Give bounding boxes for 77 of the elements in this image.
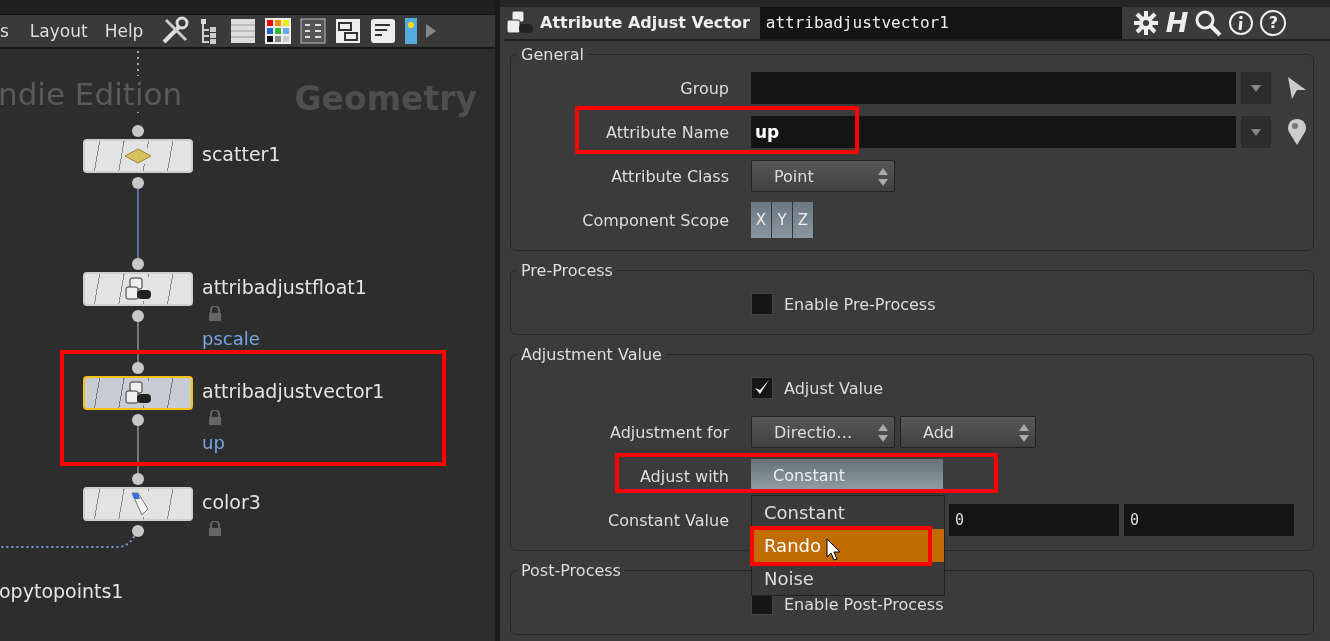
window-icon[interactable] xyxy=(335,18,362,44)
node-name: attribadjustfloat1 xyxy=(202,275,367,300)
node-tile[interactable] xyxy=(83,376,193,410)
tools-icon[interactable] xyxy=(160,16,191,46)
menu-button[interactable]: Add xyxy=(900,416,1036,448)
menu-item[interactable]: Help xyxy=(104,21,152,41)
notes-icon[interactable] xyxy=(370,18,397,44)
attribute-label: up xyxy=(202,432,225,454)
houdini-badge[interactable]: H xyxy=(1165,9,1189,37)
input-connector[interactable] xyxy=(132,362,144,374)
output-connector[interactable] xyxy=(132,414,144,426)
search-icon[interactable] xyxy=(1194,9,1223,37)
color-grid-icon[interactable] xyxy=(265,18,292,44)
pointer-icon[interactable] xyxy=(1286,76,1308,100)
node-type-label: Attribute Adjust Vector xyxy=(540,13,750,33)
section-title: General xyxy=(520,45,586,64)
lock-icon[interactable] xyxy=(208,521,222,536)
menu-item[interactable]: Layout xyxy=(29,21,96,41)
text-field[interactable] xyxy=(751,72,1236,104)
node-name: attribadjustvector1 xyxy=(202,379,385,404)
parameter-label: Adjust with xyxy=(639,466,729,486)
node-tile[interactable] xyxy=(83,139,193,173)
node-tile[interactable] xyxy=(83,487,193,521)
parameter-label: Attribute Class xyxy=(611,166,729,186)
checkbox-label: Adjust Value xyxy=(784,378,884,398)
dice-icon xyxy=(124,381,152,405)
checkbox-label: Enable Pre-Process xyxy=(784,294,936,314)
list-icon[interactable] xyxy=(230,17,257,45)
image-icon[interactable] xyxy=(405,17,418,45)
output-connector[interactable] xyxy=(132,310,144,322)
node-name-field[interactable]: attribadjustvector1 xyxy=(759,7,1122,39)
dropdown-button[interactable] xyxy=(1241,72,1271,104)
dropdown-option[interactable]: Noise xyxy=(752,562,944,595)
output-connector[interactable] xyxy=(132,177,144,189)
parameter-label: Adjustment for xyxy=(610,422,729,442)
more-arrow-icon[interactable] xyxy=(426,24,437,38)
section-title: Post-Process xyxy=(520,561,622,580)
text-field[interactable]: up xyxy=(751,116,1236,148)
section-title: Pre-Process xyxy=(520,261,614,280)
checkbox[interactable] xyxy=(751,293,773,315)
parameter-label: Attribute Name xyxy=(606,122,729,142)
node-name: opytopoints1 xyxy=(0,580,124,602)
section-title: Adjustment Value xyxy=(520,345,663,364)
checkbox[interactable] xyxy=(751,377,773,399)
dropdown-option[interactable]: Constant xyxy=(752,496,944,529)
node-name: scatter1 xyxy=(202,142,281,167)
attribute-label: pscale xyxy=(202,328,260,350)
input-connector[interactable] xyxy=(132,473,144,485)
output-connector[interactable] xyxy=(132,525,144,537)
menu-button[interactable]: Directio… xyxy=(751,416,895,448)
caret-icon xyxy=(1251,128,1261,136)
layout-icon[interactable] xyxy=(300,18,327,44)
lock-icon[interactable] xyxy=(208,410,222,425)
input-connector[interactable] xyxy=(132,258,144,270)
input-connector[interactable] xyxy=(132,125,144,137)
pin-icon[interactable] xyxy=(1286,118,1308,146)
up-down-arrows-icon xyxy=(878,168,888,186)
menu-item[interactable]: s xyxy=(0,21,21,41)
parameter-label: Group xyxy=(680,78,729,98)
up-down-arrows-icon xyxy=(878,424,888,442)
mouse-pointer-icon xyxy=(826,538,842,562)
dice-icon xyxy=(124,277,152,301)
lock-icon[interactable] xyxy=(208,306,222,321)
help-button[interactable]: ? xyxy=(1260,10,1287,36)
caret-icon xyxy=(1251,84,1261,92)
node-name: color3 xyxy=(202,490,261,515)
checkbox-label: Enable Post-Process xyxy=(784,594,944,614)
up-down-arrows-icon xyxy=(1019,424,1029,442)
node-tile[interactable] xyxy=(83,272,193,306)
number-field[interactable]: 0 xyxy=(1124,504,1294,536)
info-icon[interactable] xyxy=(1228,10,1255,36)
dropdown-button[interactable] xyxy=(1241,116,1271,148)
menu-button[interactable]: Point xyxy=(751,160,895,192)
settings-icon[interactable] xyxy=(1131,9,1160,37)
parameter-label: Component Scope xyxy=(582,210,729,230)
number-field[interactable]: 0 xyxy=(949,504,1119,536)
parameter-label: Constant Value xyxy=(608,510,729,530)
